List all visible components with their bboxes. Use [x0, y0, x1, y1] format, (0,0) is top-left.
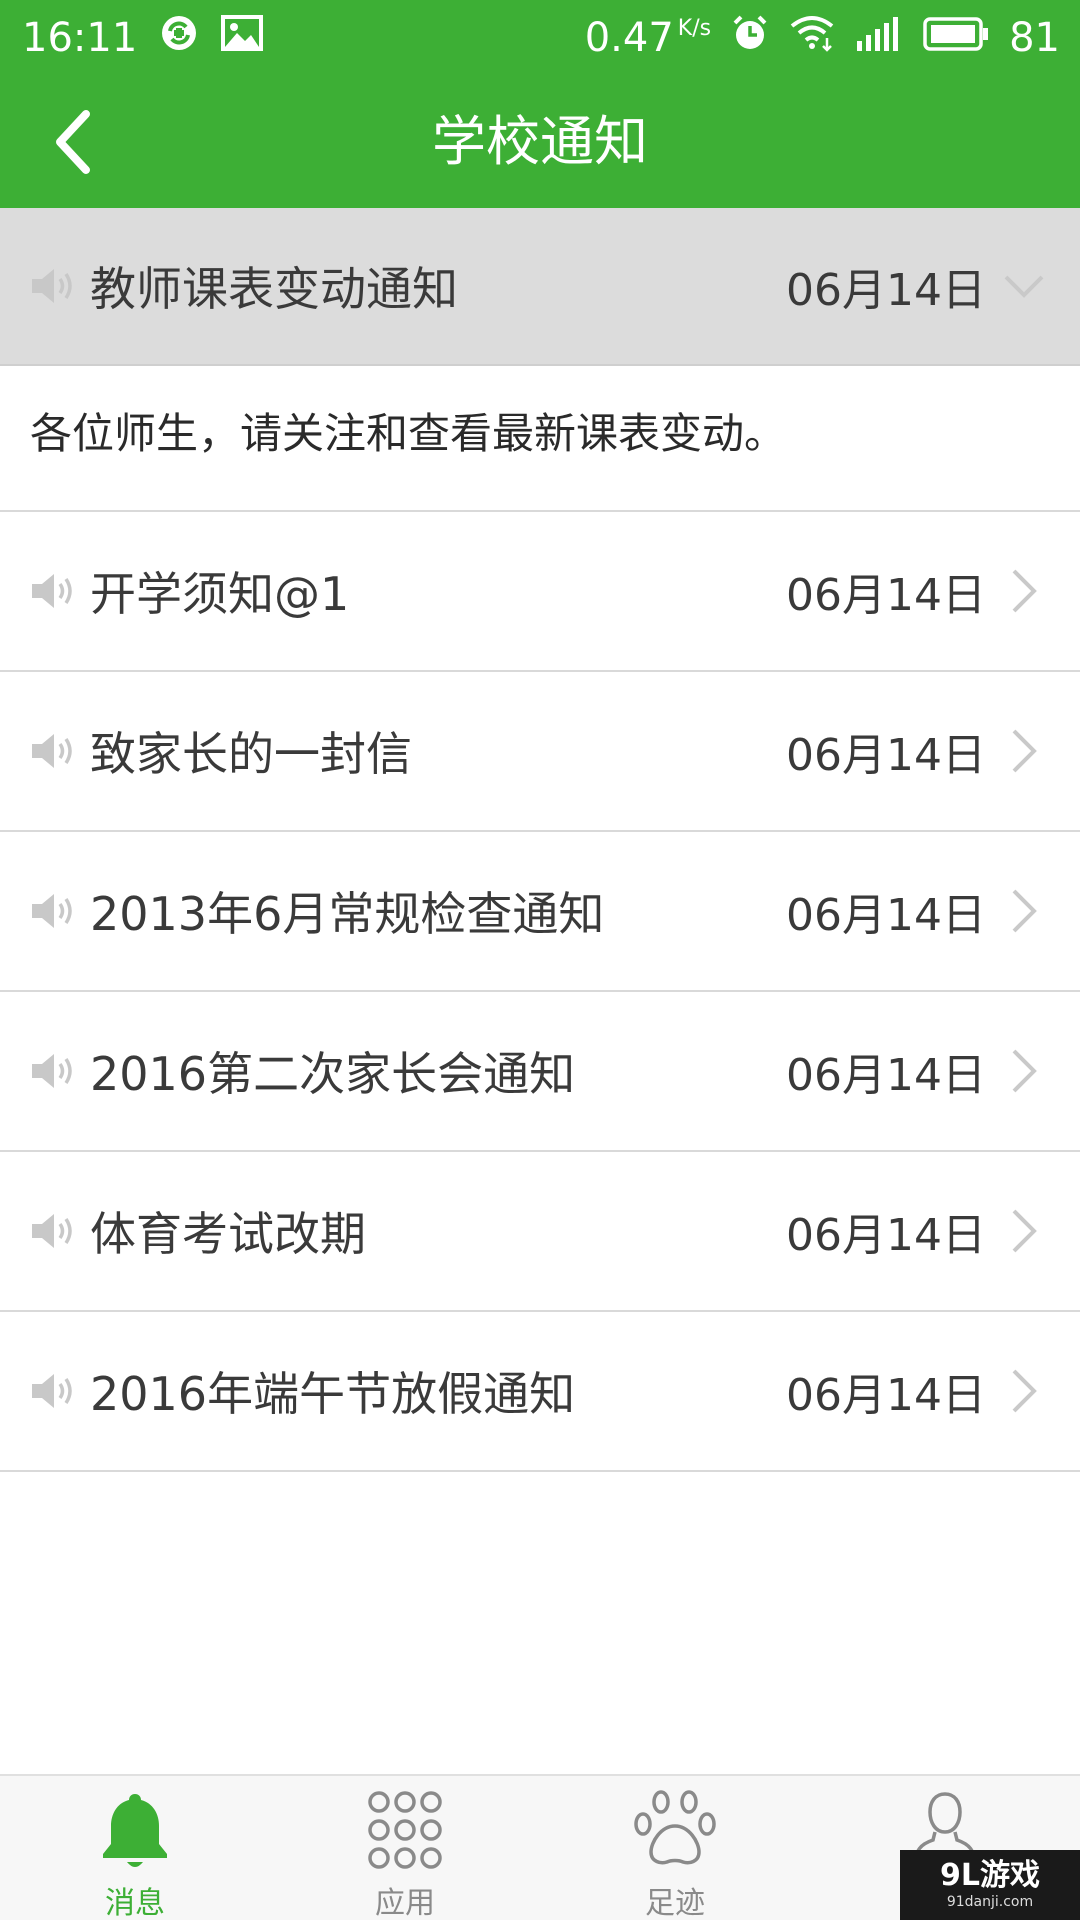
- notice-date: 06月14日: [786, 1370, 986, 1421]
- notice-title: 2013年6月常规检查通知: [90, 887, 605, 941]
- speaker-icon: [32, 734, 72, 768]
- title-bar: 学校通知: [0, 76, 1080, 208]
- watermark-sub: 91danji.com: [946, 1894, 1034, 1910]
- notice-body: 各位师生，请关注和查看最新课表变动。: [0, 366, 1080, 512]
- speaker-icon: [32, 574, 72, 608]
- notice-date: 06月14日: [786, 570, 986, 621]
- speaker-icon: [32, 1214, 72, 1248]
- notice-row[interactable]: 体育考试改期 06月14日: [0, 1152, 1080, 1312]
- watermark-main: 9L游戏: [940, 1858, 1040, 1893]
- chevron-right-icon: [1012, 729, 1037, 773]
- page-title: 学校通知: [432, 110, 648, 173]
- chevron-down-icon: [1004, 275, 1044, 298]
- notice-title: 2016年端午节放假通知: [90, 1367, 576, 1421]
- status-time: 16:11: [22, 15, 138, 61]
- network-speed-value: 0.47: [584, 15, 674, 61]
- network-speed-unit: K/s: [677, 16, 712, 41]
- sync-icon: [159, 13, 199, 63]
- wifi-icon: [789, 14, 835, 62]
- notice-title: 开学须知@1: [90, 567, 350, 621]
- notice-date: 06月14日: [786, 730, 986, 781]
- chevron-right-icon: [1012, 1049, 1037, 1093]
- nav-label: 足迹: [645, 1886, 705, 1920]
- notice-row[interactable]: 2016第二次家长会通知 06月14日: [0, 992, 1080, 1152]
- chevron-right-icon: [1012, 889, 1037, 933]
- speaker-icon: [32, 269, 72, 303]
- notice-row[interactable]: 2013年6月常规检查通知 06月14日: [0, 832, 1080, 992]
- network-speed: 0.47 K/s: [584, 15, 712, 61]
- speaker-icon: [32, 1374, 72, 1408]
- alarm-icon: [731, 14, 769, 62]
- notice-date: 06月14日: [786, 1210, 986, 1261]
- speaker-icon: [32, 894, 72, 928]
- notice-row[interactable]: 开学须知@1 06月14日: [0, 512, 1080, 672]
- notice-title: 教师课表变动通知: [90, 262, 458, 316]
- apps-grid-icon: [368, 1791, 442, 1869]
- nav-item-footprints[interactable]: 足迹: [540, 1776, 810, 1920]
- battery-icon: [923, 15, 989, 61]
- bell-icon: [103, 1794, 167, 1867]
- notice-row-expanded[interactable]: 教师课表变动通知 06月14日: [0, 208, 1080, 366]
- nav-label: 应用: [375, 1886, 435, 1920]
- notice-date: 06月14日: [786, 1050, 986, 1101]
- notice-list: 教师课表变动通知 06月14日 各位师生，请关注和查看最新课表变动。 开学须知@…: [0, 208, 1080, 1472]
- chevron-right-icon: [1012, 569, 1037, 613]
- speaker-icon: [32, 1054, 72, 1088]
- notice-date: 06月14日: [786, 890, 986, 941]
- paw-icon: [634, 1790, 716, 1865]
- notice-date: 06月14日: [786, 265, 986, 316]
- nav-item-messages[interactable]: 消息: [0, 1776, 270, 1920]
- watermark-logo: 9L游戏 91danji.com: [900, 1850, 1080, 1920]
- status-right: 0.47 K/s 81: [585, 13, 1080, 63]
- signal-4g-icon: [855, 13, 903, 63]
- notice-row[interactable]: 致家长的一封信 06月14日: [0, 672, 1080, 832]
- status-left: 16:11: [0, 13, 264, 63]
- chevron-right-icon: [1012, 1369, 1037, 1413]
- notice-title: 致家长的一封信: [90, 727, 412, 781]
- notice-row[interactable]: 2016年端午节放假通知 06月14日: [0, 1312, 1080, 1472]
- nav-item-apps[interactable]: 应用: [270, 1776, 540, 1920]
- notice-title: 体育考试改期: [90, 1207, 366, 1261]
- screen: 16:11 0.47 K/s 81 学校通知 教师课表变动通知 06月14日 各…: [0, 0, 1080, 1920]
- notice-title: 2016第二次家长会通知: [90, 1047, 576, 1101]
- notice-body-text: 各位师生，请关注和查看最新课表变动。: [30, 409, 787, 458]
- image-icon: [221, 15, 264, 61]
- nav-label: 消息: [105, 1886, 165, 1920]
- battery-level: 81: [1009, 15, 1060, 61]
- chevron-right-icon: [1012, 1209, 1037, 1253]
- status-bar: 16:11 0.47 K/s 81: [0, 0, 1080, 76]
